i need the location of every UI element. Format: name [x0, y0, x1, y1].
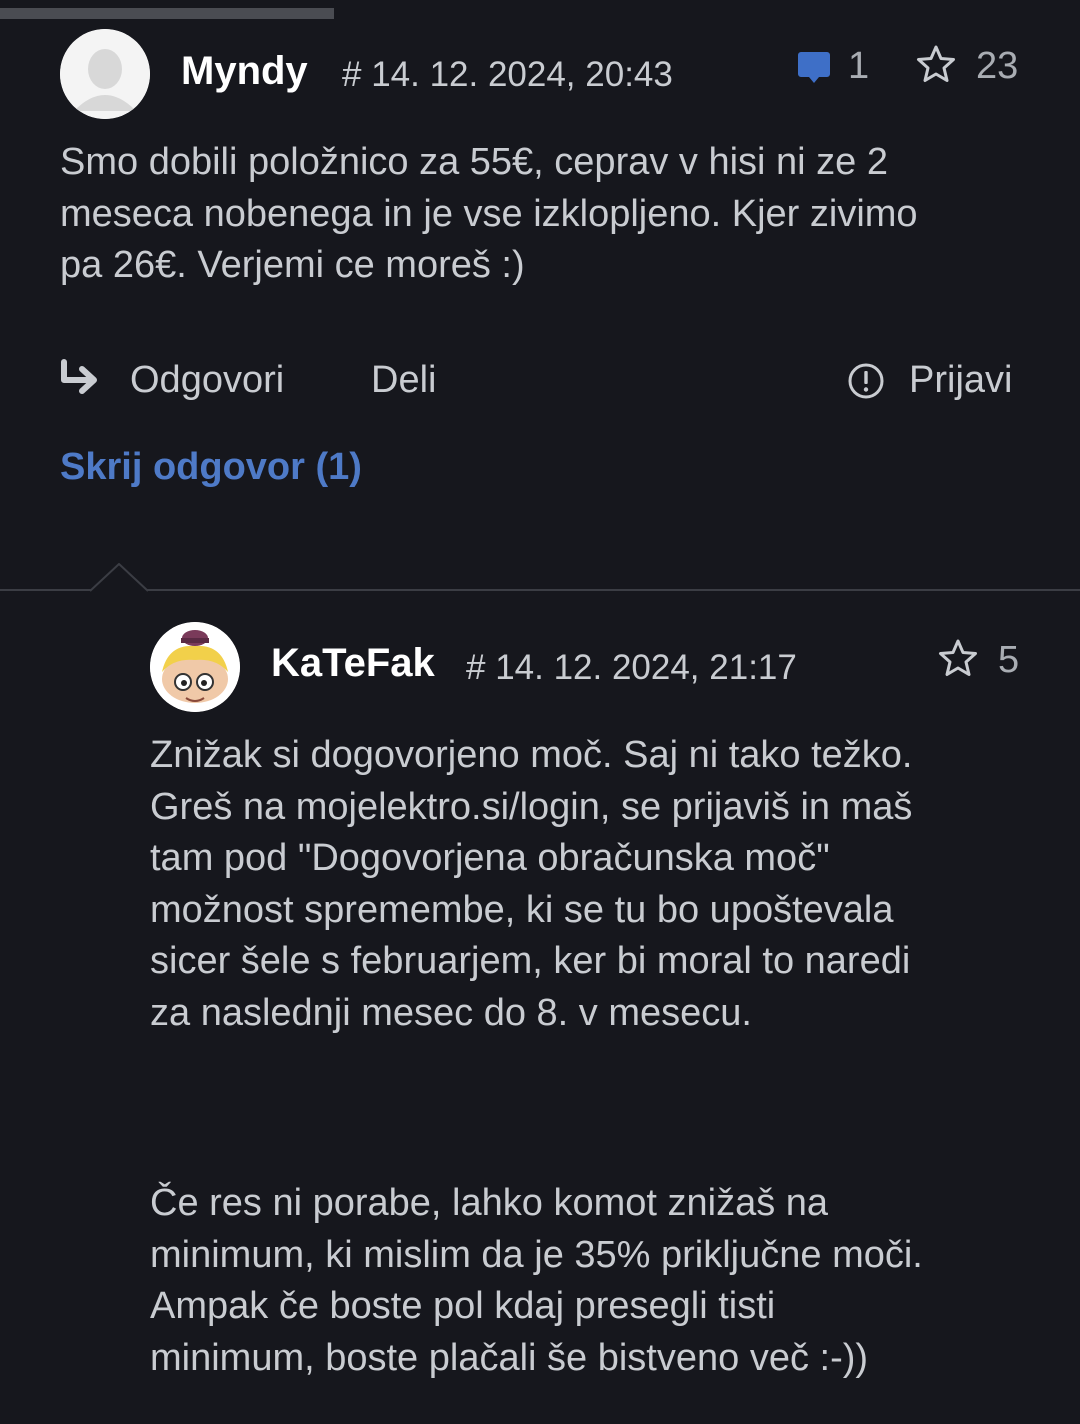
comment-bubble-icon[interactable]	[797, 50, 831, 91]
favorite-count: 5	[998, 639, 1020, 681]
reply-arrow-icon[interactable]	[58, 358, 102, 403]
reply-count: 1	[848, 45, 870, 87]
reply-button[interactable]: Odgovori	[130, 359, 284, 402]
comment-timestamp[interactable]: # 14. 12. 2024, 20:43	[342, 55, 673, 95]
hide-replies-link[interactable]: Skrij odgovor (1)	[60, 446, 362, 489]
comment-author[interactable]: KaTeFak	[271, 641, 435, 686]
share-button[interactable]: Deli	[371, 359, 436, 402]
top-progress-bar	[0, 8, 334, 19]
favorite-count: 23	[976, 45, 1019, 87]
comment-timestamp[interactable]: # 14. 12. 2024, 21:17	[466, 648, 797, 688]
comment-body: Smo dobili položnico za 55€, ceprav v hi…	[60, 141, 918, 286]
avatar-katefak[interactable]	[150, 622, 240, 712]
report-button[interactable]: Prijavi	[909, 359, 1012, 402]
comment-body-paragraph-1: Znižak si dogovorjeno moč. Saj ni tako t…	[150, 734, 913, 1034]
comment-body-paragraph-2: Če res ni porabe, lahko komot znižaš na …	[150, 1182, 923, 1379]
default-user-avatar-icon	[60, 29, 150, 119]
report-icon[interactable]	[847, 362, 885, 405]
comment-author[interactable]: Myndy	[181, 49, 308, 94]
reply-pointer	[89, 562, 150, 598]
reply-divider	[0, 589, 1080, 591]
star-icon[interactable]	[916, 44, 956, 89]
star-icon[interactable]	[938, 638, 978, 683]
cartoon-avatar-icon	[150, 622, 240, 712]
avatar-myndy[interactable]	[60, 29, 150, 119]
